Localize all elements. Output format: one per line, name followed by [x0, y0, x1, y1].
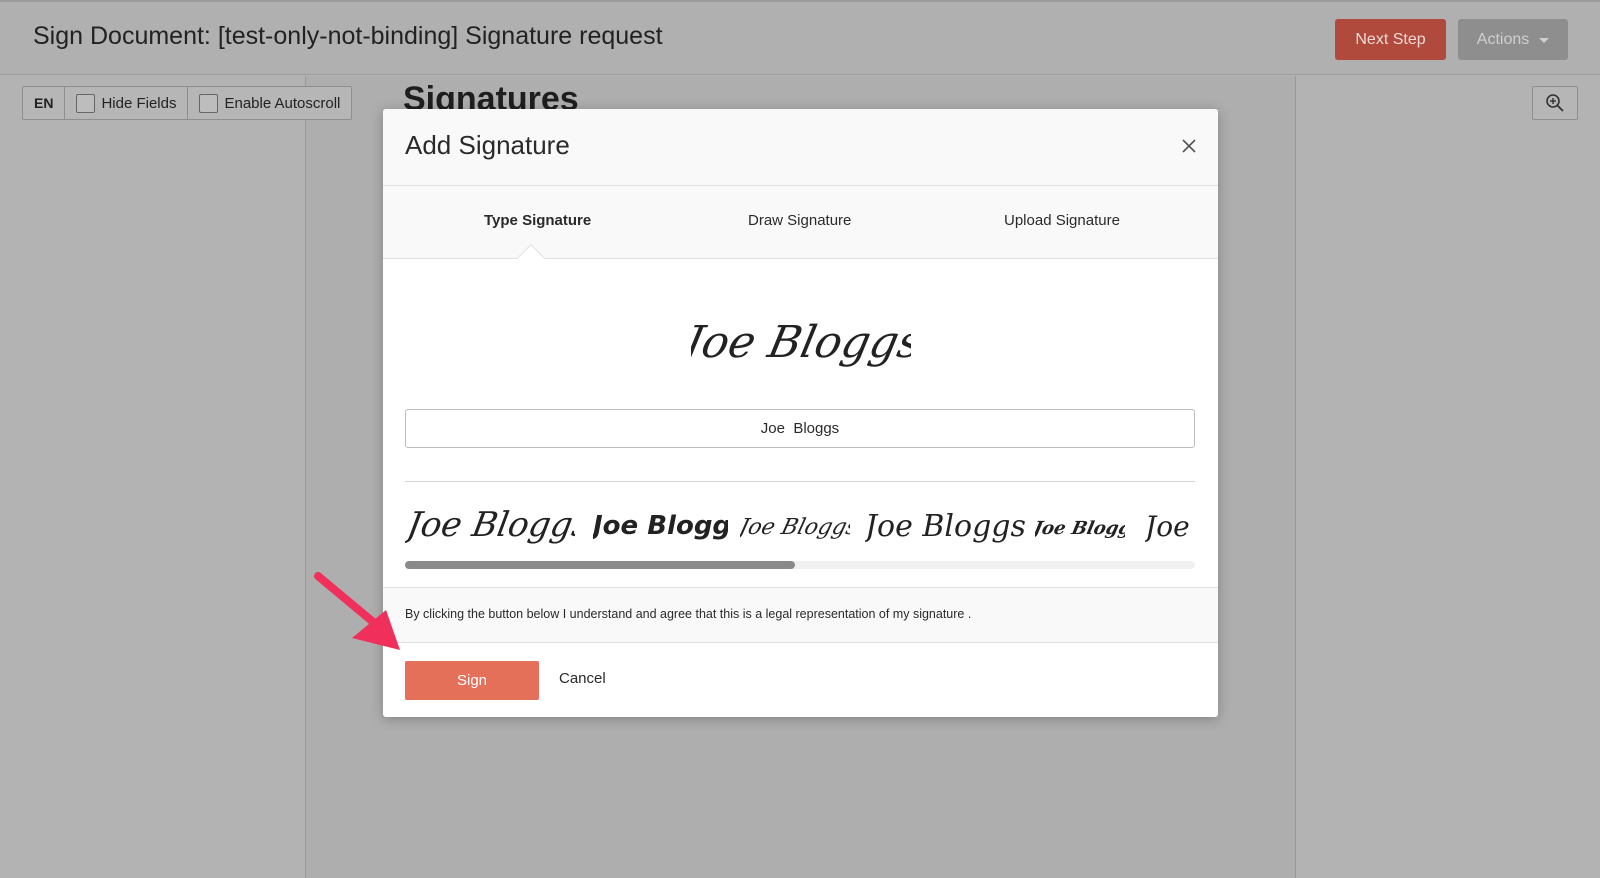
- sign-button[interactable]: Sign: [405, 661, 539, 700]
- svg-text:Joe Bloggs: Joe Bloggs: [865, 509, 1025, 544]
- legal-notice: By clicking the button below I understan…: [383, 587, 1218, 643]
- viewer-toolbar: EN Hide Fields Enable Autoscroll: [22, 86, 353, 120]
- signature-style-option[interactable]: Joe Bloggs: [865, 494, 1025, 554]
- svg-text:Joe Bloggs: Joe Bloggs: [593, 511, 728, 541]
- signature-preview-image: Joe Bloggs: [691, 317, 911, 367]
- autoscroll-checkbox[interactable]: [199, 93, 219, 113]
- actions-label: Actions: [1476, 30, 1530, 48]
- svg-text:Joe: Joe: [1145, 510, 1190, 543]
- svg-text:Joe Bloggs: Joe Bloggs: [1035, 518, 1125, 539]
- signature-preview: Joe Bloggs: [383, 285, 1218, 405]
- signature-style-option[interactable]: Joe: [1145, 494, 1195, 554]
- hide-fields-toggle[interactable]: Hide Fields: [65, 87, 189, 119]
- divider: [405, 481, 1195, 482]
- svg-text:Joe Bloggs: Joe Bloggs: [691, 317, 911, 367]
- hide-fields-checkbox[interactable]: [76, 93, 96, 113]
- zoom-in-icon: [1546, 94, 1564, 112]
- add-signature-modal: Add Signature Type Signature Draw Signat…: [383, 109, 1218, 717]
- modal-title: Add Signature: [405, 130, 570, 160]
- hide-fields-label: Hide Fields: [101, 94, 177, 112]
- zoom-in-button[interactable]: [1532, 86, 1578, 120]
- language-selector[interactable]: EN: [23, 87, 66, 119]
- tab-type-signature[interactable]: Type Signature: [484, 212, 591, 229]
- autoscroll-toggle[interactable]: Enable Autoscroll: [188, 87, 351, 119]
- tab-draw-signature[interactable]: Draw Signature: [748, 212, 851, 229]
- signature-style-option[interactable]: Joe Bloggs: [740, 494, 850, 554]
- signature-style-option[interactable]: Joe Bloggs: [593, 494, 728, 554]
- signature-tabs: Type Signature Draw Signature Upload Sig…: [383, 186, 1218, 259]
- chevron-down-icon: [1539, 38, 1550, 43]
- scrollbar-thumb[interactable]: [405, 561, 795, 569]
- annotation-arrow-icon: [314, 572, 400, 650]
- style-options-scrollbar[interactable]: [405, 561, 1195, 569]
- page-header: Sign Document: [test-only-not-binding] S…: [0, 0, 1600, 75]
- autoscroll-label: Enable Autoscroll: [224, 94, 341, 112]
- close-icon[interactable]: [1180, 137, 1198, 155]
- legal-notice-text: By clicking the button below I understan…: [405, 607, 972, 621]
- svg-text:Joe Bloggs: Joe Bloggs: [405, 505, 575, 545]
- page-title: Sign Document: [test-only-not-binding] S…: [33, 22, 663, 50]
- signature-name-input[interactable]: [405, 409, 1195, 448]
- actions-dropdown-button[interactable]: Actions: [1458, 19, 1568, 60]
- tab-upload-signature[interactable]: Upload Signature: [1004, 212, 1120, 229]
- cancel-button[interactable]: Cancel: [559, 670, 606, 687]
- signature-style-option[interactable]: Joe Bloggs: [1035, 494, 1125, 554]
- svg-text:Joe Bloggs: Joe Bloggs: [740, 514, 850, 540]
- modal-header: Add Signature: [383, 109, 1218, 186]
- next-step-button[interactable]: Next Step: [1335, 19, 1446, 60]
- signature-style-option[interactable]: Joe Bloggs: [405, 494, 575, 554]
